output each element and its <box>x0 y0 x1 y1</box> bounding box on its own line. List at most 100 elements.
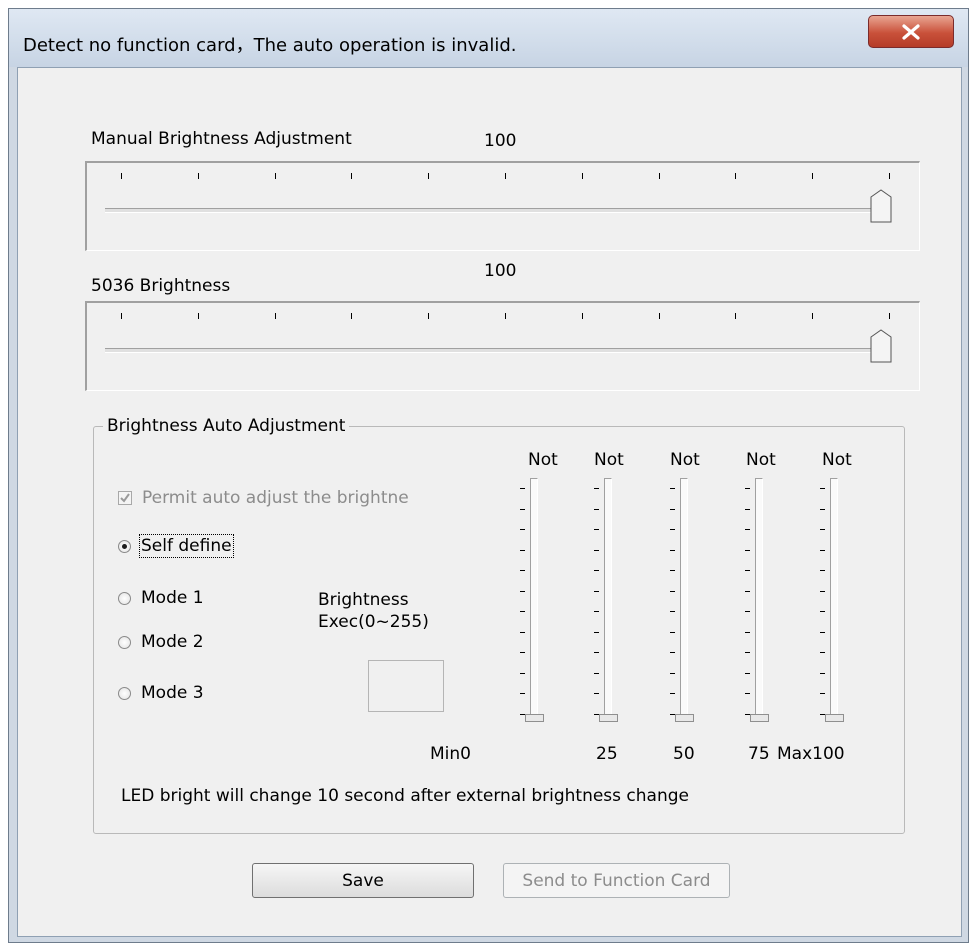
vslider-tick <box>670 672 675 674</box>
vslider-tick <box>520 590 525 592</box>
vslider-tick <box>820 693 825 694</box>
vslider-track <box>830 478 838 718</box>
mode-label-mode-3: Mode 3 <box>141 683 204 703</box>
vslider-1-top-label: Not <box>594 450 624 470</box>
vslider-tick <box>670 549 675 551</box>
slider-thumb[interactable] <box>870 189 892 223</box>
permit-auto-checkbox[interactable] <box>118 491 132 505</box>
vslider-4-top-label: Not <box>822 450 852 470</box>
vslider-tick <box>670 631 675 633</box>
vslider-tick <box>745 631 750 633</box>
vslider-tick <box>594 590 599 592</box>
vslider-tick <box>745 672 750 674</box>
permit-auto-checkbox-row[interactable]: Permit auto adjust the brightne <box>118 488 409 508</box>
brightness-exec-label: Brightness <box>318 590 409 610</box>
vslider-thumb[interactable] <box>525 714 544 722</box>
vslider-tick <box>520 488 525 489</box>
vslider-tick <box>594 570 599 571</box>
vslider-tick <box>745 652 750 653</box>
slider-tick <box>428 313 430 319</box>
vslider-tick <box>520 611 525 612</box>
vslider-track <box>755 478 763 718</box>
vslider-tick <box>594 652 599 653</box>
vslider-tick <box>745 570 750 571</box>
slider-tick <box>505 313 506 319</box>
slider-tick <box>735 313 737 319</box>
slider-tick <box>121 173 122 179</box>
vslider-tick <box>820 590 825 592</box>
slider-tick <box>658 313 660 319</box>
slider-tick <box>735 173 737 179</box>
mode-label-mode-1: Mode 1 <box>141 588 204 608</box>
mode-radio-mode-1[interactable]: Mode 1 <box>118 588 204 608</box>
slider-track <box>105 208 890 213</box>
slider-tick <box>197 173 199 179</box>
vslider-4-bottom-label: Max100 <box>777 744 845 764</box>
brightness-exec-input[interactable] <box>368 660 444 712</box>
slider-thumb[interactable] <box>870 329 892 363</box>
mode-radio-mode-2[interactable]: Mode 2 <box>118 632 204 652</box>
close-button[interactable] <box>868 15 954 48</box>
vslider-thumb[interactable] <box>675 714 694 722</box>
vslider-tick <box>820 672 825 674</box>
vslider-1[interactable] <box>594 476 624 726</box>
vslider-3[interactable] <box>745 476 775 726</box>
slider-tick <box>581 173 583 179</box>
manual-brightness-slider[interactable] <box>85 161 920 251</box>
vslider-tick <box>745 529 750 530</box>
manual-brightness-value: 100 <box>484 131 517 151</box>
vslider-tick <box>594 672 599 674</box>
vslider-tick <box>594 549 599 551</box>
slider-tick <box>351 173 353 179</box>
slider-tick <box>428 173 430 179</box>
save-button[interactable]: Save <box>252 863 474 898</box>
slider-tick <box>812 173 814 179</box>
radio-dot-icon[interactable] <box>118 591 131 605</box>
vslider-tick <box>670 529 675 530</box>
slider-tick <box>274 173 276 179</box>
mode-radio-self-define[interactable]: Self define <box>118 534 234 558</box>
vslider-track <box>604 478 612 718</box>
vslider-tick <box>594 529 599 530</box>
vslider-tick <box>594 488 599 489</box>
vslider-tick <box>745 549 750 551</box>
mode-label-mode-2: Mode 2 <box>141 632 204 652</box>
slider-tick <box>197 313 199 319</box>
radio-dot-icon[interactable] <box>118 635 131 649</box>
brightness-5036-label: 5036 Brightness <box>91 276 231 296</box>
vslider-tick <box>520 672 525 674</box>
vslider-tick <box>520 570 525 571</box>
vslider-tick <box>594 508 599 510</box>
brightness-exec-range-label: Exec(0~255) <box>318 612 429 632</box>
vslider-0-top-label: Not <box>528 450 558 470</box>
vslider-tick <box>745 590 750 592</box>
vslider-0-bottom-label: Min0 <box>430 744 471 764</box>
vslider-thumb[interactable] <box>750 714 769 722</box>
vslider-tick <box>670 693 675 694</box>
vslider-thumb[interactable] <box>599 714 618 722</box>
vslider-tick <box>820 611 825 612</box>
slider-track <box>105 348 890 353</box>
vslider-2-top-label: Not <box>670 450 700 470</box>
vslider-tick <box>520 693 525 694</box>
title-bar: Detect no function card，The auto operati… <box>9 9 968 67</box>
radio-dot-icon[interactable] <box>118 686 131 700</box>
slider-tick <box>581 313 583 319</box>
vslider-2[interactable] <box>670 476 700 726</box>
vslider-thumb[interactable] <box>825 714 844 722</box>
vslider-4[interactable] <box>820 476 850 726</box>
brightness-5036-slider[interactable] <box>85 301 920 391</box>
auto-adjust-group-title: Brightness Auto Adjustment <box>103 416 350 436</box>
send-to-function-card-button[interactable]: Send to Function Card <box>503 863 730 898</box>
vslider-tick <box>745 713 750 715</box>
vslider-tick <box>820 570 825 571</box>
vslider-tick <box>745 488 750 489</box>
mode-radio-mode-3[interactable]: Mode 3 <box>118 683 204 703</box>
led-change-note: LED bright will change 10 second after e… <box>121 786 689 806</box>
brightness-5036-value: 100 <box>484 261 517 281</box>
vslider-2-bottom-label: 50 <box>673 744 695 764</box>
vslider-3-bottom-label: 75 <box>748 744 770 764</box>
vslider-0[interactable] <box>520 476 550 726</box>
vslider-tick <box>670 611 675 612</box>
radio-dot-icon[interactable] <box>118 539 131 553</box>
